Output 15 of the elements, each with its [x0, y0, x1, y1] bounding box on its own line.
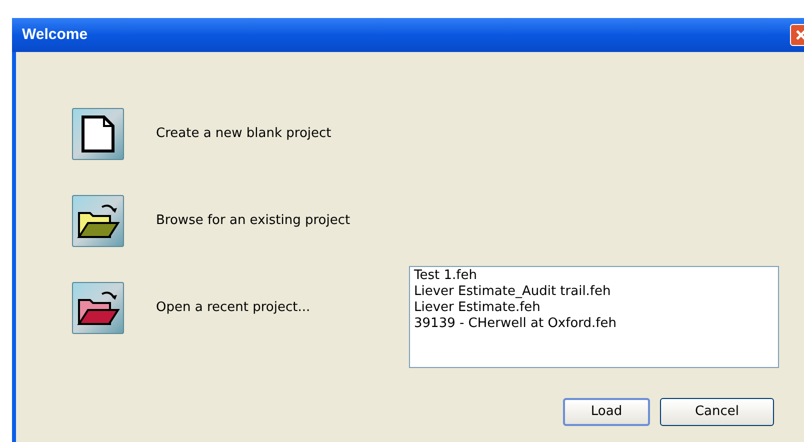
open-folder-icon[interactable] — [72, 195, 124, 247]
recent-file-item[interactable]: Liever Estimate_Audit trail.feh — [414, 284, 774, 300]
dialog-button[interactable]: Load — [563, 398, 650, 426]
open-folder-icon[interactable] — [72, 282, 124, 334]
action-label[interactable]: Browse for an existing project — [156, 211, 350, 231]
window-title: Welcome — [22, 24, 88, 45]
recent-file-item[interactable]: Liever Estimate.feh — [414, 300, 774, 316]
action-label[interactable]: Open a recent project... — [156, 298, 310, 318]
recent-file-item[interactable]: Test 1.feh — [414, 268, 774, 284]
action-label[interactable]: Create a new blank project — [156, 124, 332, 144]
new-file-icon[interactable] — [72, 108, 124, 160]
recent-files-list[interactable]: Test 1.feh Liever Estimate_Audit trail.feh Liever Estimate.feh 39139 - CHerwell at Oxford.feh — [409, 266, 779, 368]
dialog-button[interactable]: Cancel — [660, 398, 774, 426]
close-icon — [795, 29, 804, 41]
recent-file-item[interactable]: 39139 - CHerwell at Oxford.feh — [414, 316, 774, 332]
